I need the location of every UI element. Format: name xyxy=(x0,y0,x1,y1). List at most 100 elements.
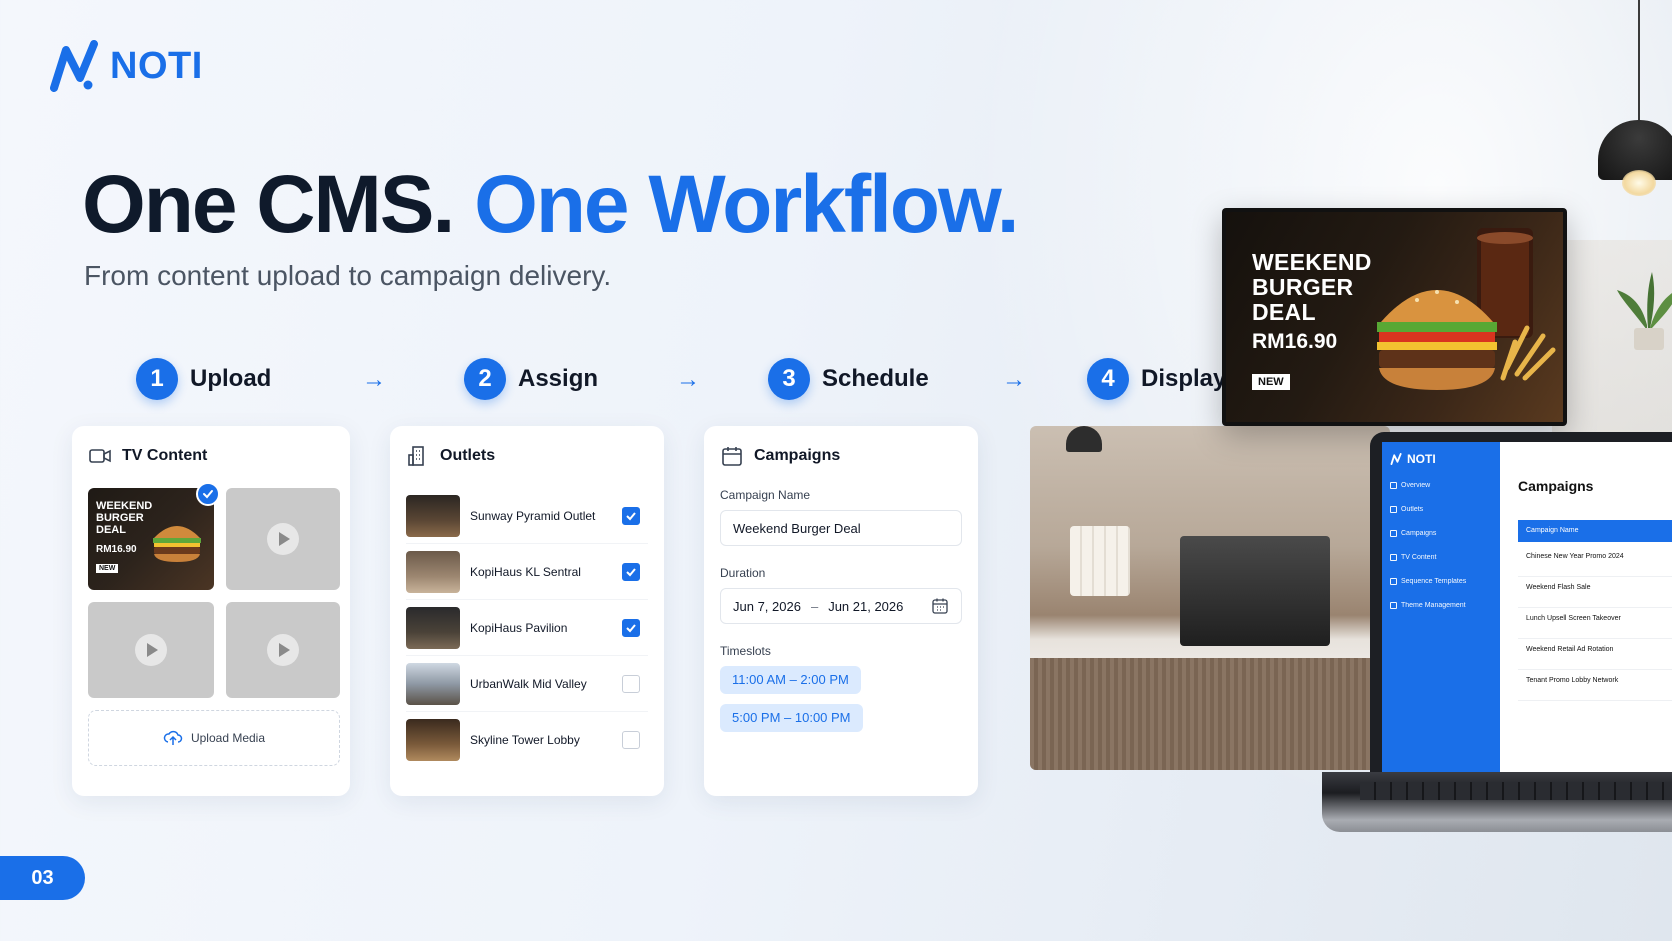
sidebar-item-label: Sequence Templates xyxy=(1401,578,1467,585)
table-row[interactable]: Lunch Upsell Screen Takeover xyxy=(1518,608,1672,639)
outlet-photo xyxy=(406,719,460,761)
media-thumb-selected[interactable]: WEEKEND BURGER DEAL RM16.90 NEW xyxy=(88,482,220,590)
play-icon xyxy=(135,634,167,666)
card-title: TV Content xyxy=(122,447,208,464)
calendar-icon[interactable] xyxy=(931,597,949,615)
sidebar-item-tv-content[interactable]: TV Content xyxy=(1390,554,1492,561)
building-icon xyxy=(408,446,424,466)
table-row[interactable]: Weekend Flash Sale xyxy=(1518,577,1672,608)
outlet-row[interactable]: KopiHaus Pavilion xyxy=(406,600,648,656)
burger-and-drink-icon xyxy=(1377,228,1556,390)
sidebar-item-label: Overview xyxy=(1401,482,1431,489)
tv-promo-price: RM16.90 xyxy=(1252,330,1338,353)
outlet-checkbox[interactable] xyxy=(622,506,640,525)
table-row[interactable]: Weekend Retail Ad Rotation xyxy=(1518,639,1672,670)
step-number: 3 xyxy=(768,358,810,400)
pendant-lamp xyxy=(1066,426,1102,452)
campaign-name-label: Campaign Name xyxy=(720,488,811,502)
burger-icon xyxy=(153,526,201,562)
table-row[interactable]: Tenant Promo Lobby Network xyxy=(1518,670,1672,701)
outlet-checkbox[interactable] xyxy=(622,618,640,637)
campaigns-icon xyxy=(1390,530,1397,537)
card-header: Campaigns xyxy=(720,444,962,468)
outlet-photo xyxy=(406,606,460,649)
theme-management-icon xyxy=(1390,602,1397,609)
outlet-photo xyxy=(406,494,460,537)
cloud-upload-icon xyxy=(163,730,183,745)
outlets-card: Outlets Sunway Pyramid Outlet KopiHaus K… xyxy=(390,426,664,796)
lamp-bulb xyxy=(1622,170,1656,196)
step-label: Upload xyxy=(190,365,272,392)
media-grid: WEEKEND BURGER DEAL RM16.90 NEW xyxy=(88,482,340,698)
outlet-row[interactable]: KopiHaus KL Sentral xyxy=(406,544,648,600)
campaign-name-value: Weekend Burger Deal xyxy=(733,520,861,536)
outlet-checkbox[interactable] xyxy=(622,562,640,581)
campaign-name-field[interactable]: Weekend Burger Deal xyxy=(720,510,962,546)
outlet-row[interactable]: Sunway Pyramid Outlet xyxy=(406,488,648,544)
noti-logo-icon xyxy=(50,40,98,92)
outlet-row[interactable]: Skyline Tower Lobby xyxy=(406,712,648,768)
table-row[interactable]: Chinese New Year Promo 2024 xyxy=(1518,546,1672,577)
step-display: 4 Display xyxy=(1087,358,1226,400)
pendant-lamp-cord xyxy=(1638,0,1640,125)
upload-media-label: Upload Media xyxy=(190,731,266,745)
timeslot-chip[interactable]: 11:00 AM – 2:00 PM xyxy=(720,666,861,694)
duration-field[interactable]: Jun 7, 2026 – Jun 21, 2026 xyxy=(720,588,962,624)
espresso-machine xyxy=(1180,536,1330,646)
sidebar-item-outlets[interactable]: Outlets xyxy=(1390,506,1492,513)
timeslot-list: 11:00 AM – 2:00 PM 5:00 PM – 10:00 PM xyxy=(720,666,962,742)
sidebar-item-overview[interactable]: Overview xyxy=(1390,482,1492,489)
overview-icon xyxy=(1390,482,1397,489)
brand-name: NOTI xyxy=(110,44,203,87)
sidebar-item-theme-management[interactable]: Theme Management xyxy=(1390,602,1492,609)
sidebar-item-campaigns[interactable]: Campaigns xyxy=(1390,530,1492,537)
cafe-photo xyxy=(1030,426,1390,770)
tv-new-badge: NEW xyxy=(1252,374,1290,390)
outlet-name: Skyline Tower Lobby xyxy=(470,733,580,747)
media-thumb[interactable] xyxy=(226,602,340,698)
step-assign: 2 Assign xyxy=(464,358,598,400)
sidebar-item-sequence-templates[interactable]: Sequence Templates xyxy=(1390,578,1492,585)
sidebar-item-label: Outlets xyxy=(1401,506,1424,513)
timeslot-chip[interactable]: 5:00 PM – 10:00 PM xyxy=(720,704,863,732)
counter xyxy=(1030,658,1390,770)
laptop-base xyxy=(1322,772,1672,832)
check-icon xyxy=(626,511,636,520)
media-thumb[interactable] xyxy=(88,602,214,698)
laptop-sidebar: NOTI Overview Outlets Campaigns TV Conte… xyxy=(1382,442,1500,772)
laptop-brand: NOTI xyxy=(1390,452,1492,466)
step-number: 4 xyxy=(1087,358,1129,400)
sequence-templates-icon xyxy=(1390,578,1397,585)
duration-label: Duration xyxy=(720,566,766,580)
headline-part1: One CMS. xyxy=(82,159,455,250)
outlet-checkbox[interactable] xyxy=(622,731,640,749)
outlet-checkbox[interactable] xyxy=(622,674,640,693)
campaigns-card: Campaigns Campaign Name Weekend Burger D… xyxy=(704,426,978,796)
step-label: Schedule xyxy=(822,365,929,392)
thumb-badge: NEW xyxy=(96,564,119,573)
outlet-name: KopiHaus KL Sentral xyxy=(470,564,581,579)
step-label: Display xyxy=(1141,365,1227,392)
laptop-lid: NOTI Overview Outlets Campaigns TV Conte… xyxy=(1370,432,1672,772)
noti-logo-icon xyxy=(1390,453,1402,465)
brand-logo[interactable]: NOTI xyxy=(50,40,203,92)
step-label: Assign xyxy=(518,365,599,392)
laptop: NOTI Overview Outlets Campaigns TV Conte… xyxy=(1322,432,1672,852)
outlet-name: UrbanWalk Mid Valley xyxy=(470,676,587,691)
outlet-name: Sunway Pyramid Outlet xyxy=(470,508,596,523)
step-schedule: 3 Schedule xyxy=(768,358,929,400)
page-number: 03 xyxy=(0,856,85,900)
card-title: Outlets xyxy=(440,447,496,464)
plant-icon xyxy=(1617,272,1672,350)
tv-content-icon xyxy=(1390,554,1397,561)
tv-content-card: TV Content WEEKEND BURGER DEAL RM16.90 N… xyxy=(72,426,350,796)
date-to: Jun 21, 2026 xyxy=(828,598,904,614)
check-icon xyxy=(626,623,636,632)
arrow-right-icon: → xyxy=(676,366,700,393)
tv-display: WEEKEND BURGER DEAL RM16.90 NEW xyxy=(1222,208,1567,426)
cups-stack xyxy=(1070,526,1130,596)
upload-media-button[interactable]: Upload Media xyxy=(88,710,340,766)
media-thumb[interactable] xyxy=(226,488,340,590)
outlet-row[interactable]: UrbanWalk Mid Valley xyxy=(406,656,648,712)
headline-part2: One Workflow. xyxy=(474,159,1019,250)
